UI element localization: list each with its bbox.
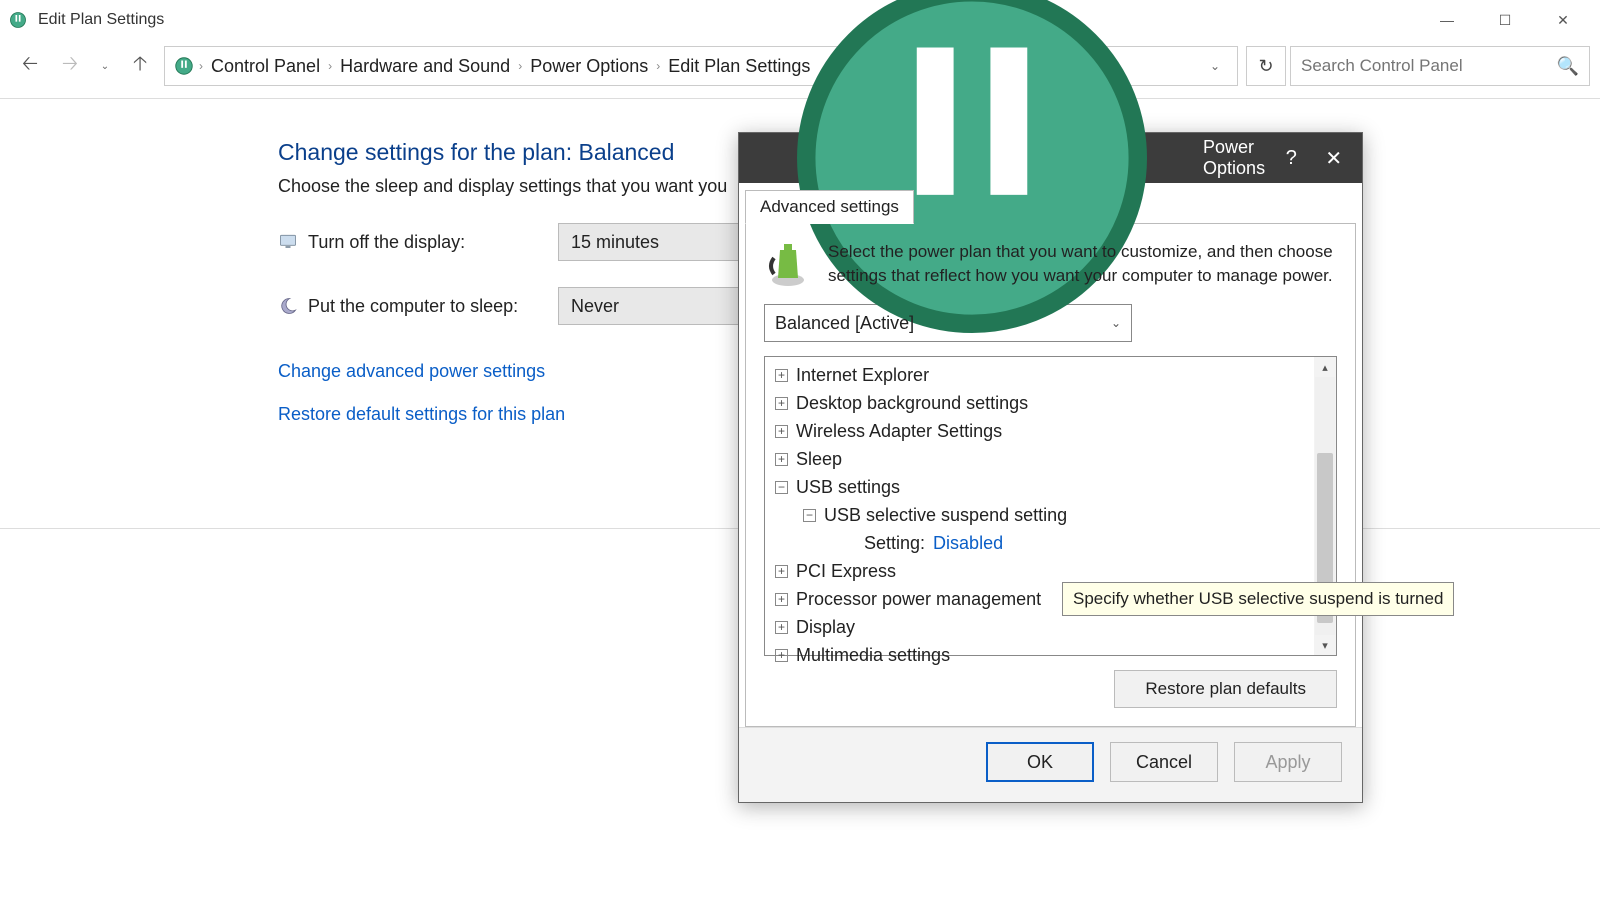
window-minimize-button[interactable]: —: [1418, 2, 1476, 38]
tree-node[interactable]: + Internet Explorer: [775, 361, 1336, 389]
tree-node[interactable]: + Multimedia settings: [775, 641, 1336, 669]
collapse-icon[interactable]: −: [803, 509, 816, 522]
forward-button[interactable]: 🡢: [50, 46, 90, 86]
heading-prefix: Change settings for the plan:: [278, 139, 578, 165]
expand-icon[interactable]: +: [775, 649, 788, 662]
power-plan-selected: Balanced [Active]: [775, 313, 914, 334]
tree-node-label: Processor power management: [796, 589, 1041, 610]
ok-button[interactable]: OK: [986, 742, 1094, 782]
refresh-button[interactable]: ↻: [1246, 46, 1286, 86]
tree-node-value[interactable]: Disabled: [933, 533, 1003, 554]
apply-button[interactable]: Apply: [1234, 742, 1342, 782]
collapse-icon[interactable]: −: [775, 481, 788, 494]
tree-node-label: Desktop background settings: [796, 393, 1028, 414]
tree-node[interactable]: + Sleep: [775, 445, 1336, 473]
breadcrumb-sep: ›: [514, 59, 526, 73]
tree-list: + Internet Explorer + Desktop background se…: [765, 357, 1336, 669]
monitor-icon: [278, 232, 298, 252]
tree-node[interactable]: + PCI Express: [775, 557, 1336, 585]
dialog-titlebar[interactable]: Power Options ? ✕: [739, 133, 1362, 183]
expand-icon[interactable]: +: [775, 565, 788, 578]
search-box[interactable]: 🔍: [1290, 46, 1590, 86]
tree-node[interactable]: + Wireless Adapter Settings: [775, 417, 1336, 445]
moon-icon: [278, 296, 298, 316]
heading-plan-name: Balanced: [578, 139, 674, 165]
setting-label: Turn off the display:: [278, 232, 558, 253]
breadcrumb-item[interactable]: Control Panel: [207, 56, 324, 77]
expand-icon[interactable]: +: [775, 369, 788, 382]
expand-icon[interactable]: +: [775, 621, 788, 634]
chevron-down-icon: ⌄: [1111, 316, 1121, 330]
setting-label-text: Turn off the display:: [308, 232, 465, 253]
expand-icon[interactable]: +: [775, 425, 788, 438]
tree-node-label: Display: [796, 617, 855, 638]
tab-advanced-settings[interactable]: Advanced settings: [745, 190, 914, 224]
tree-node-label: USB selective suspend setting: [824, 505, 1067, 526]
window-maximize-button[interactable]: ☐: [1476, 2, 1534, 38]
address-dropdown[interactable]: ⌄: [1201, 59, 1229, 73]
breadcrumb-sep: ›: [652, 59, 664, 73]
window-title: Edit Plan Settings: [38, 11, 1418, 29]
dialog-title: Power Options: [1203, 137, 1265, 179]
tree-node-label: Multimedia settings: [796, 645, 950, 666]
setting-value: Never: [571, 296, 619, 317]
cancel-button[interactable]: Cancel: [1110, 742, 1218, 782]
search-input[interactable]: [1301, 56, 1557, 76]
tree-node-label: Internet Explorer: [796, 365, 929, 386]
breadcrumb-sep: ›: [324, 59, 336, 73]
tree-node-label: PCI Express: [796, 561, 896, 582]
search-icon[interactable]: 🔍: [1557, 56, 1579, 77]
tooltip: Specify whether USB selective suspend is…: [1062, 582, 1454, 616]
tree-node[interactable]: −USB selective suspend setting: [775, 501, 1336, 529]
tree-node-label: Wireless Adapter Settings: [796, 421, 1002, 442]
dialog-close-button[interactable]: ✕: [1318, 136, 1350, 180]
restore-plan-defaults-button[interactable]: Restore plan defaults: [1114, 670, 1337, 708]
setting-label: Put the computer to sleep:: [278, 296, 558, 317]
dialog-description-text: Select the power plan that you want to c…: [828, 240, 1337, 288]
power-plan-icon: [8, 10, 28, 30]
scroll-down-arrow[interactable]: ▾: [1322, 635, 1328, 655]
setting-value: 15 minutes: [571, 232, 659, 253]
window-close-button[interactable]: ✕: [1534, 2, 1592, 38]
tree-node[interactable]: −USB settings: [775, 473, 1336, 501]
up-button[interactable]: 🡡: [120, 46, 160, 86]
dialog-description: Select the power plan that you want to c…: [764, 240, 1337, 288]
power-plan-icon: [173, 55, 195, 77]
breadcrumb-sep: ›: [195, 59, 207, 73]
tree-node[interactable]: + Display: [775, 613, 1336, 641]
dialog-button-row: OK Cancel Apply: [739, 727, 1362, 802]
tree-node-label: Setting:: [864, 533, 925, 554]
battery-icon: [764, 240, 812, 288]
power-options-dialog: Power Options ? ✕ Advanced settings Sele…: [738, 132, 1363, 803]
expand-icon[interactable]: +: [775, 593, 788, 606]
tree-node-label: USB settings: [796, 477, 900, 498]
expand-icon[interactable]: +: [775, 453, 788, 466]
expand-icon[interactable]: +: [775, 397, 788, 410]
breadcrumb-item[interactable]: Power Options: [526, 56, 652, 77]
dialog-help-button[interactable]: ?: [1275, 136, 1307, 180]
tree-node-label: Sleep: [796, 449, 842, 470]
recent-locations-dropdown[interactable]: ⌄: [90, 61, 120, 72]
tree-node[interactable]: Setting: Disabled: [775, 529, 1336, 557]
scroll-up-arrow[interactable]: ▴: [1322, 357, 1328, 377]
back-button[interactable]: 🡠: [10, 46, 50, 86]
tree-node[interactable]: + Desktop background settings: [775, 389, 1336, 417]
setting-label-text: Put the computer to sleep:: [308, 296, 518, 317]
breadcrumb-item[interactable]: Hardware and Sound: [336, 56, 514, 77]
